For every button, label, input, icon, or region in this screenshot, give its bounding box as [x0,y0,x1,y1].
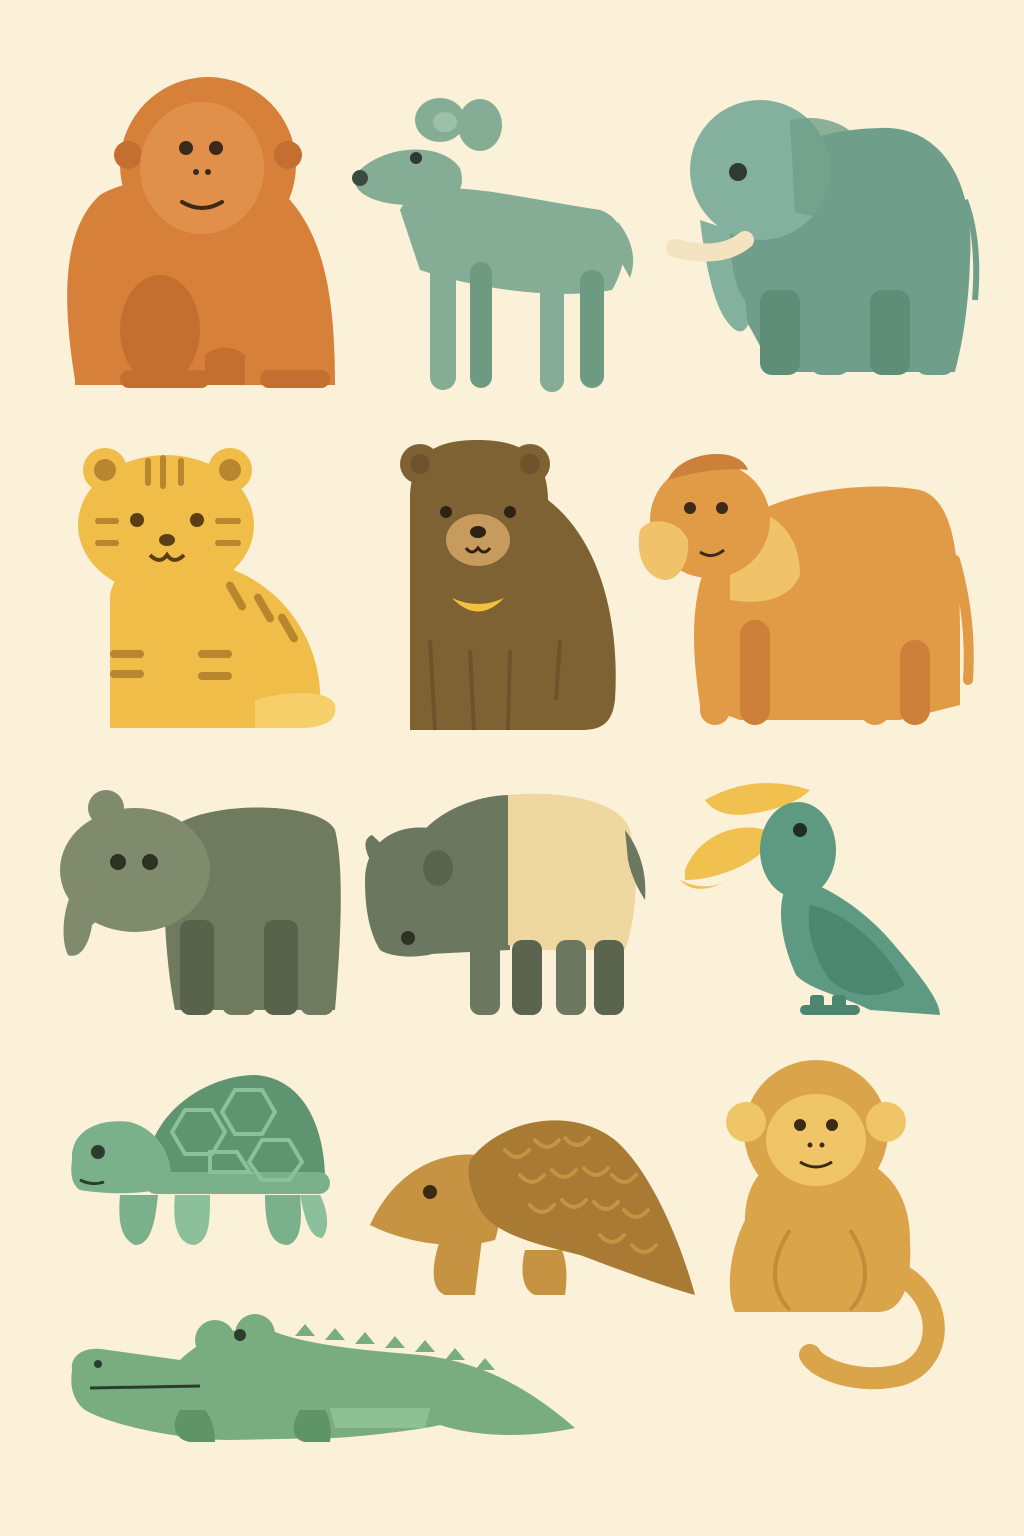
animal-poster [0,0,1024,1536]
